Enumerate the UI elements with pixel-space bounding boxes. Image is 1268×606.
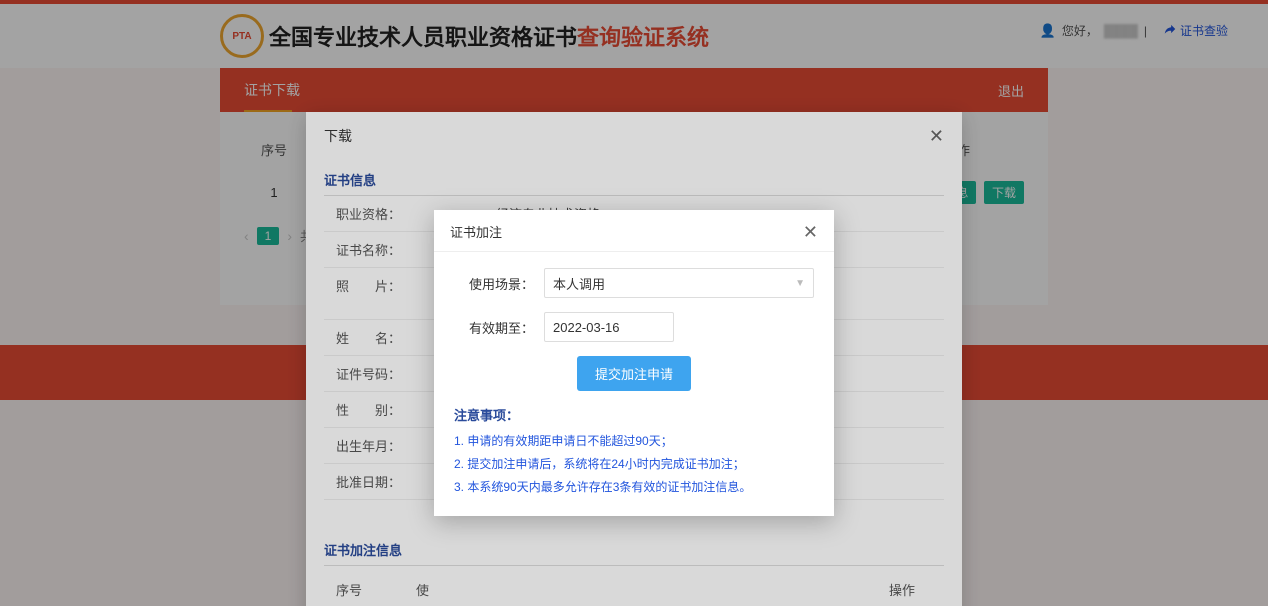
submit-annotate-button[interactable]: 提交加注申请 [577, 356, 691, 391]
scene-select[interactable]: 本人调用 ▼ [544, 268, 814, 298]
expire-date-input[interactable] [544, 312, 674, 342]
notice-line-2: 2. 提交加注申请后，系统将在24小时内完成证书加注； [454, 453, 814, 476]
scene-select-value: 本人调用 [553, 274, 605, 293]
scene-label: 使用场景： [454, 274, 534, 293]
notice-line-1: 1. 申请的有效期距申请日不能超过90天； [454, 430, 814, 453]
chevron-down-icon: ▼ [795, 278, 805, 289]
notice-title: 注意事项： [454, 405, 814, 424]
annotate-modal: 证书加注 ✕ 使用场景： 本人调用 ▼ 有效期至： 提交加注申请 注意事项： 1… [434, 210, 834, 516]
close-icon[interactable]: ✕ [803, 223, 818, 241]
annotate-modal-title: 证书加注 [450, 222, 502, 241]
notice-line-3: 3. 本系统90天内最多允许存在3条有效的证书加注信息。 [454, 476, 814, 499]
expire-label: 有效期至： [454, 318, 534, 337]
